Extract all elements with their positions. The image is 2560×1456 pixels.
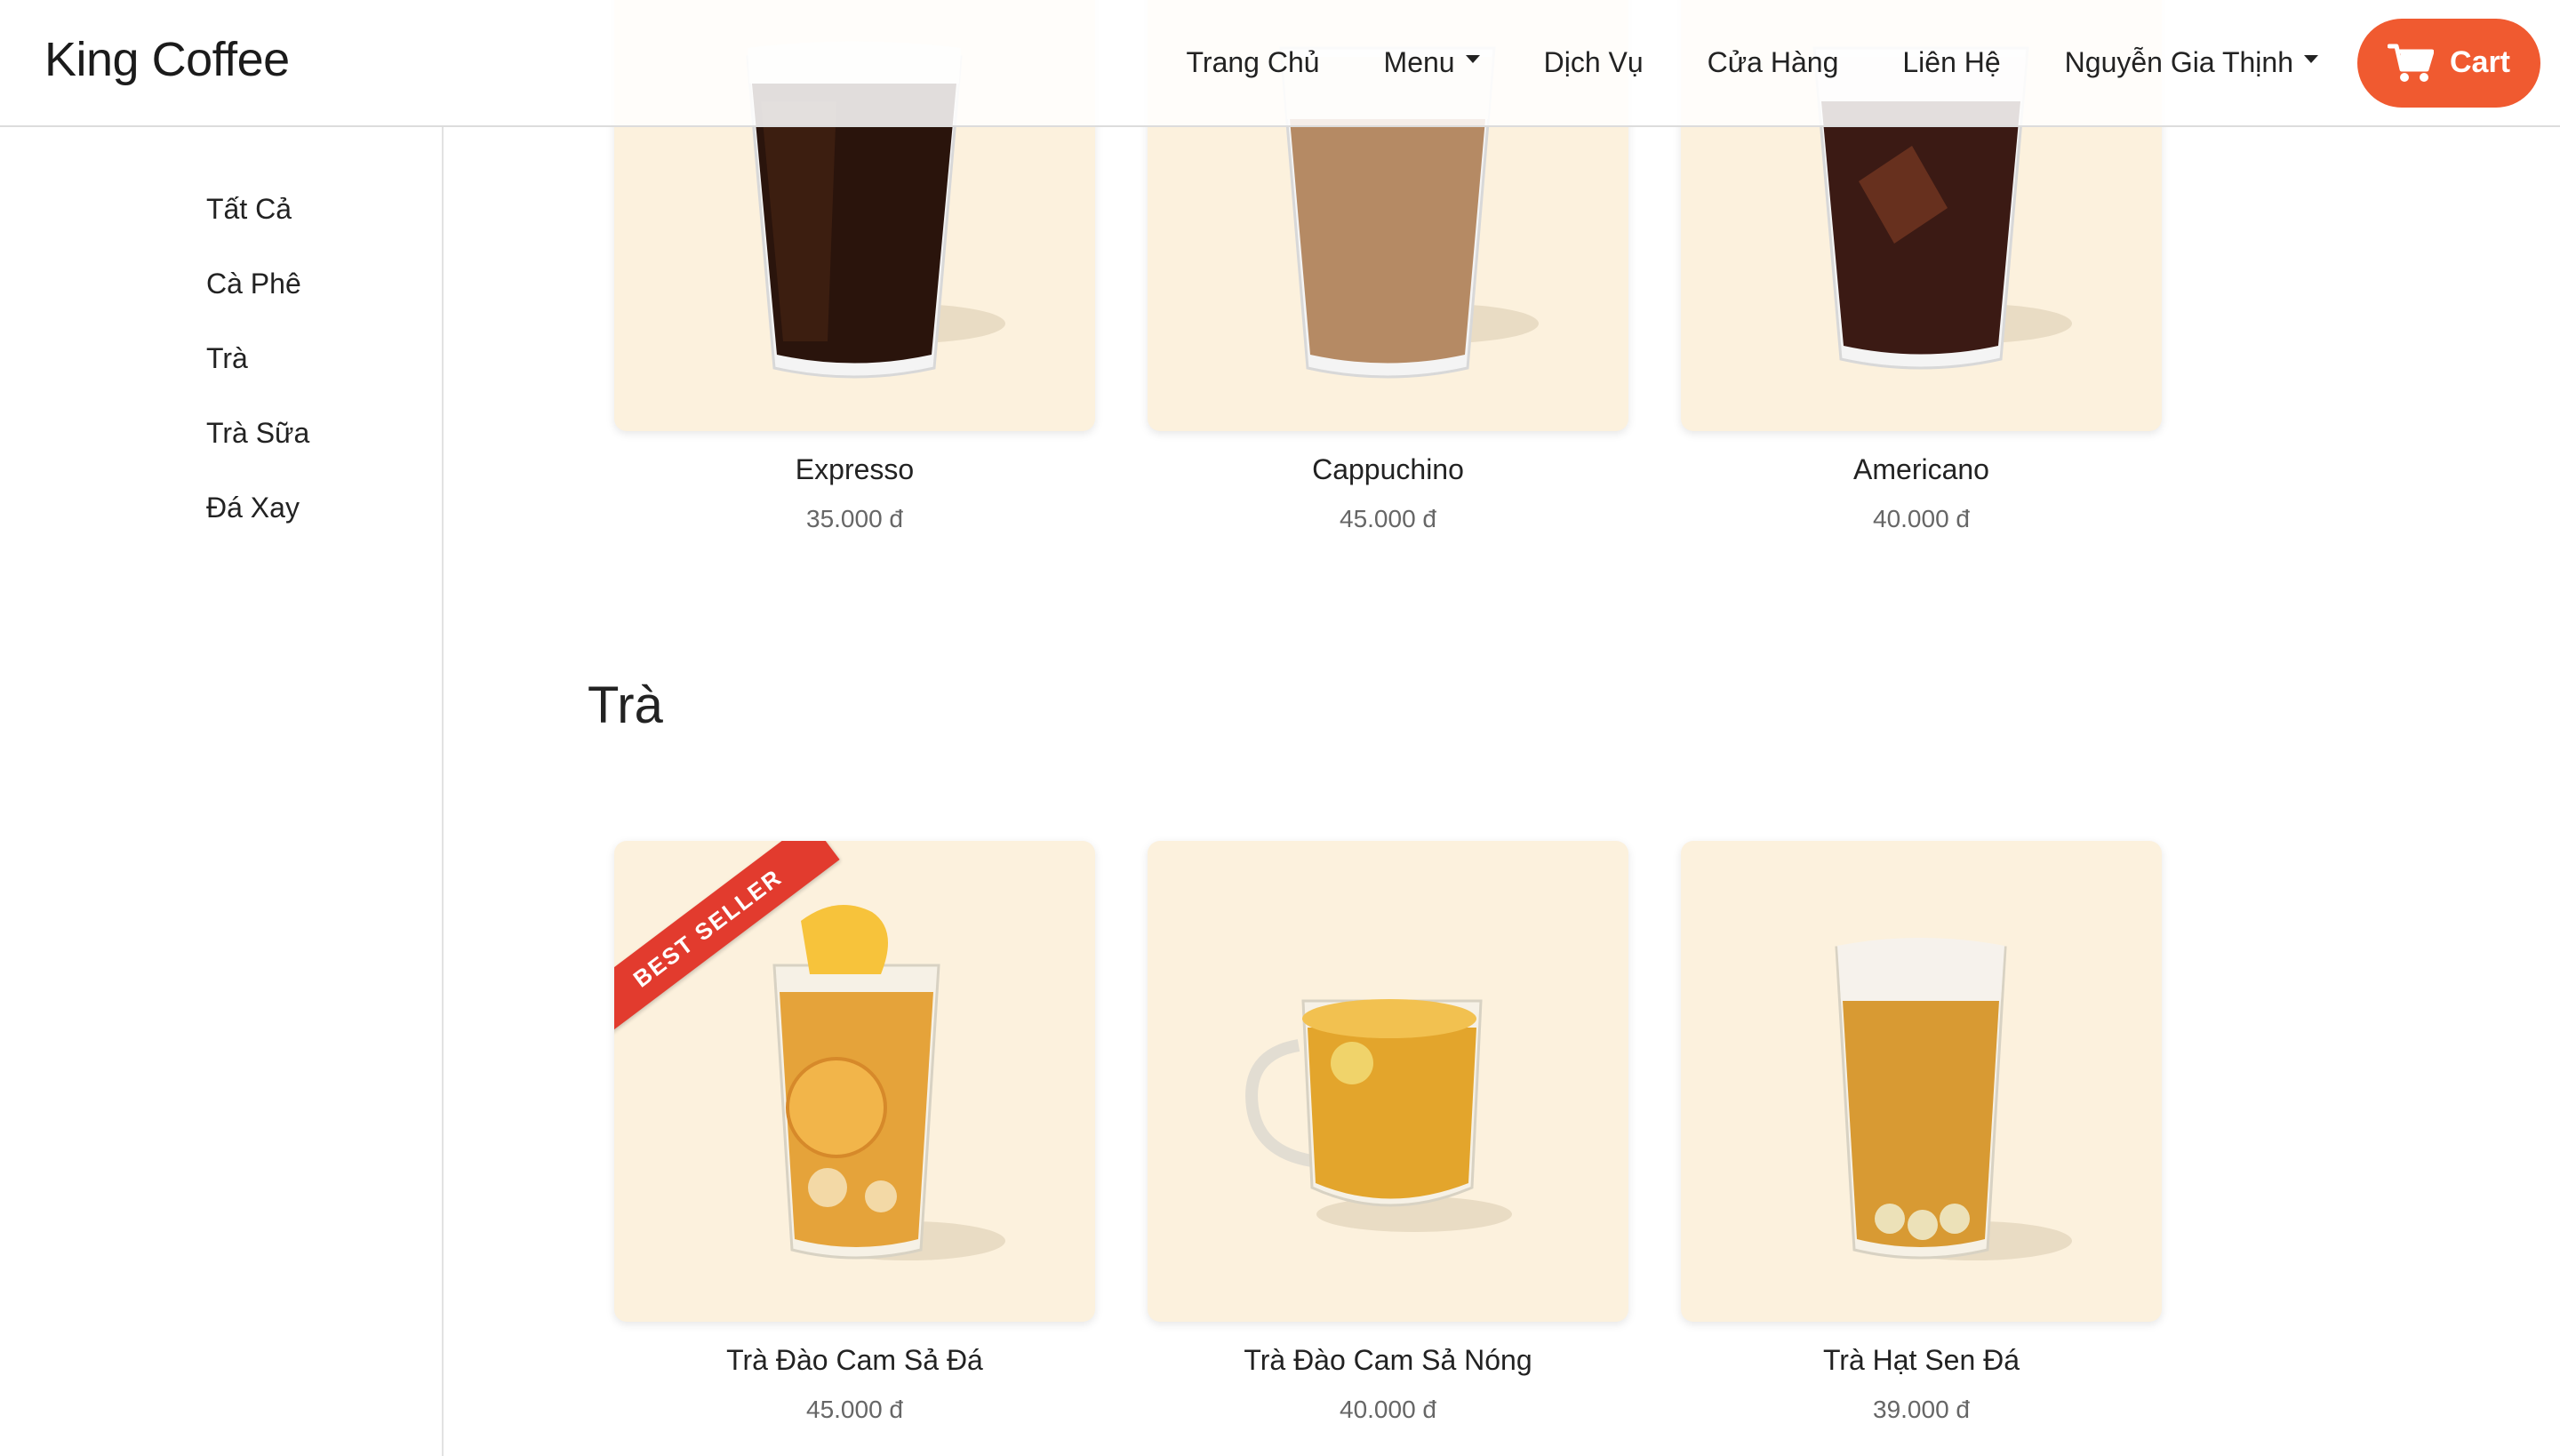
chevron-down-icon [2304,55,2318,63]
product-price: 39.000 đ [1873,1396,1970,1423]
sidebar-item-tea[interactable]: Trà [206,342,248,375]
nav-stores[interactable]: Cửa Hàng [1708,46,1839,79]
nav-menu-label: Menu [1383,46,1455,78]
product-name[interactable]: Expresso [614,453,1095,486]
cart-button[interactable]: Cart [2357,18,2540,108]
product-price: 45.000 đ [806,1396,903,1423]
sidebar-item-all[interactable]: Tất Cả [206,193,292,226]
nav-contact[interactable]: Liên Hệ [1902,46,2000,79]
product-image-peach-tea-iced[interactable]: BEST SELLER [614,841,1095,1322]
user-dropdown[interactable]: Nguyễn Gia Thịnh [2065,46,2318,79]
hot-peach-tea-mug-image [1245,999,1512,1232]
product-name[interactable]: Americano [1681,453,2162,486]
sidebar-item-milk-tea[interactable]: Trà Sữa [206,417,309,450]
product-price: 45.000 đ [1340,505,1436,532]
nav-home[interactable]: Trang Chủ [1187,46,1320,79]
category-sidebar: Tất Cả Cà Phê Trà Trà Sữa Đá Xay [0,125,444,1456]
top-navbar: King Coffee Trang Chủ Menu Dịch Vụ Cửa H… [0,0,2560,127]
product-image-lotus-seed-tea[interactable] [1681,841,2162,1322]
product-name[interactable]: Trà Đào Cam Sả Nóng [1148,1344,1628,1377]
chevron-down-icon [1465,55,1480,63]
product-price: 40.000 đ [1873,505,1970,532]
lotus-seed-iced-tea-image [1835,938,2072,1260]
nav-links: Trang Chủ Menu Dịch Vụ Cửa Hàng Liên Hệ … [1187,0,2560,125]
sidebar-item-coffee[interactable]: Cà Phê [206,268,301,300]
product-name[interactable]: Trà Đào Cam Sả Đá [614,1344,1095,1377]
product-image-peach-tea-hot[interactable] [1148,841,1628,1322]
product-name[interactable]: Cappuchino [1148,453,1628,486]
shopping-cart-icon [2387,44,2434,82]
brand-logo[interactable]: King Coffee [44,32,290,87]
section-title-tea: Trà [588,676,663,734]
sidebar-item-blended[interactable]: Đá Xay [206,492,300,524]
product-name[interactable]: Trà Hạt Sen Đá [1681,1344,2162,1377]
product-price: 40.000 đ [1340,1396,1436,1423]
nav-services[interactable]: Dịch Vụ [1544,46,1644,79]
product-price: 35.000 đ [806,505,903,532]
user-name: Nguyễn Gia Thịnh [2064,46,2293,78]
nav-menu-dropdown[interactable]: Menu [1384,46,1480,79]
cart-label: Cart [2449,45,2511,79]
